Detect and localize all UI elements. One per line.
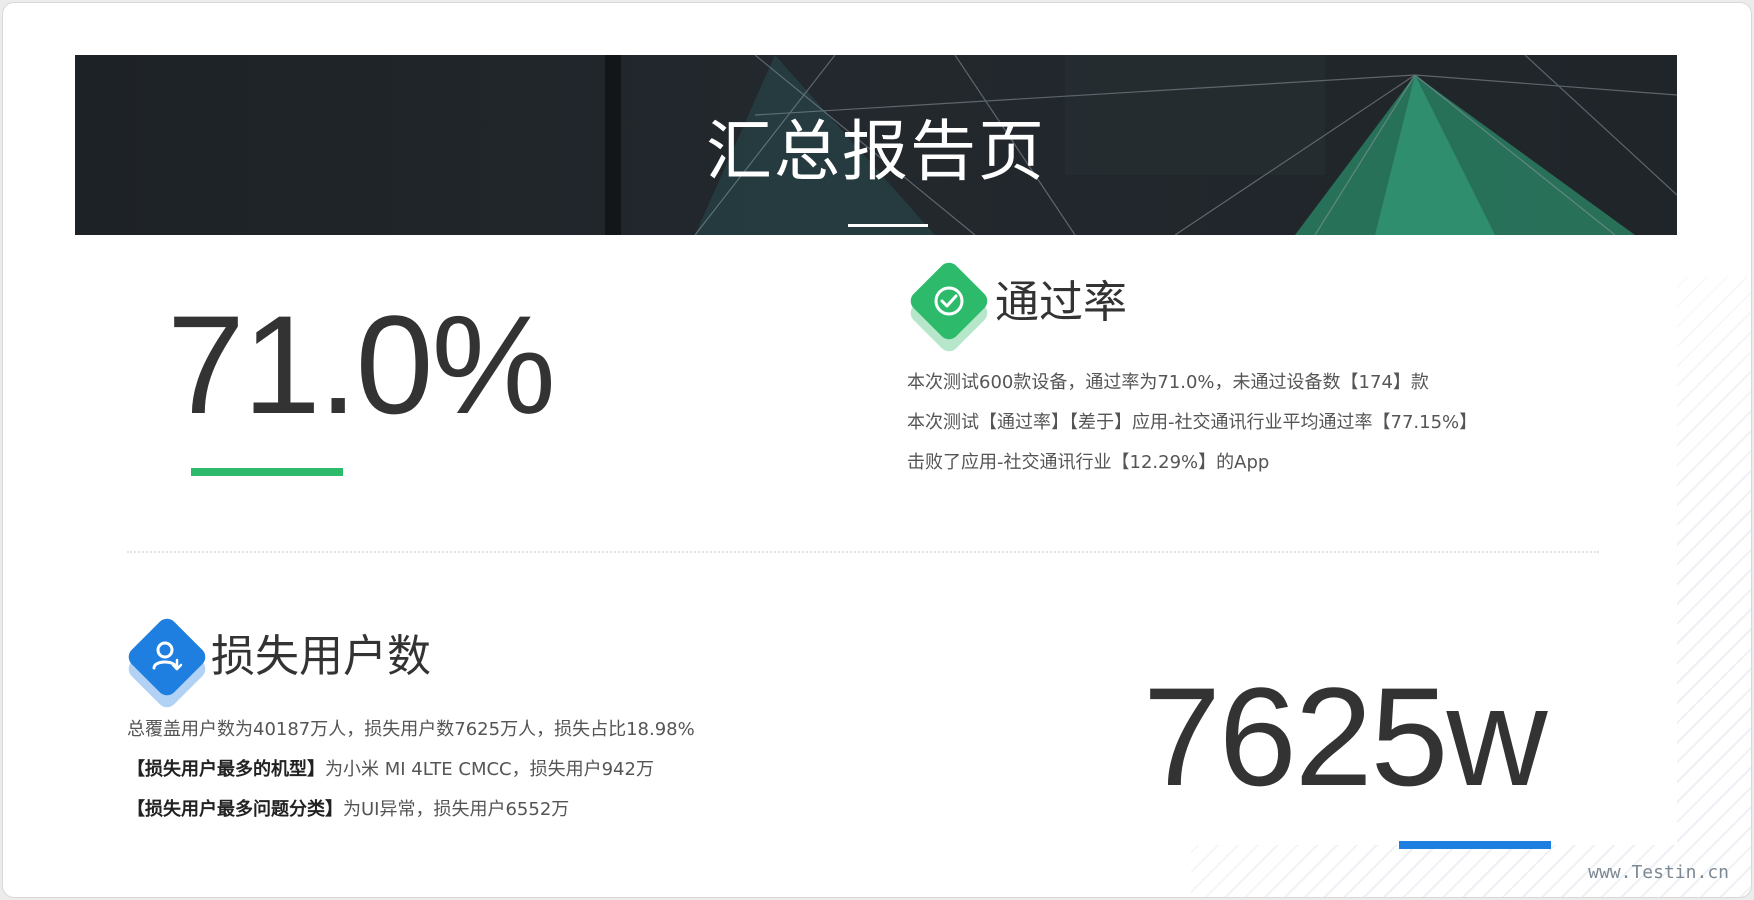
pass-rate-line-3: 击败了应用-社交通讯行业【12.29%】的App — [907, 452, 1270, 473]
check-circle-icon — [934, 286, 964, 316]
pass-rate-value: 71.0% — [167, 286, 556, 443]
report-content: 汇总报告页 71.0% 通过率 本次测试600款设备，通过率为71.0%，未通过… — [75, 55, 1677, 849]
lost-users-icon-wrap — [124, 614, 210, 712]
lost-users-line-3-text: 为UI异常，损失用户6552万 — [343, 799, 570, 820]
lost-users-line-2-label: 【损失用户最多的机型】 — [127, 759, 325, 780]
header-banner: 汇总报告页 — [75, 55, 1677, 235]
pass-rate-accent-bar — [191, 468, 343, 476]
user-download-icon — [152, 641, 183, 671]
pass-rate-line-2: 本次测试【通过率】【差于】应用-社交通讯行业平均通过率【77.15%】 — [907, 412, 1478, 433]
report-frame: 汇总报告页 71.0% 通过率 本次测试600款设备，通过率为71.0%，未通过… — [2, 2, 1752, 898]
section-divider — [127, 551, 1599, 553]
watermark: www.Testin.cn — [1588, 862, 1729, 883]
lost-users-line-3-label: 【损失用户最多问题分类】 — [127, 799, 343, 820]
pass-rate-title: 通过率 — [995, 277, 1127, 328]
title-underline — [848, 224, 928, 227]
page-title: 汇总报告页 — [706, 113, 1046, 190]
lost-users-line-2: 【损失用户最多的机型】为小米 MI 4LTE CMCC，损失用户942万 — [127, 761, 654, 779]
lost-users-line-1: 总覆盖用户数为40187万人，损失用户数7625万人，损失占比18.98% — [127, 719, 695, 740]
lost-users-accent-bar — [1399, 841, 1551, 849]
lost-users-value: 7625w — [1143, 658, 1548, 815]
pass-rate-line-1: 本次测试600款设备，通过率为71.0%，未通过设备数【174】款 — [907, 372, 1429, 393]
pass-rate-icon-wrap — [906, 258, 992, 356]
lost-users-line-2-text: 为小米 MI 4LTE CMCC，损失用户942万 — [325, 759, 654, 780]
lost-users-title: 损失用户数 — [211, 631, 431, 682]
lost-users-line-3: 【损失用户最多问题分类】为UI异常，损失用户6552万 — [127, 801, 569, 819]
